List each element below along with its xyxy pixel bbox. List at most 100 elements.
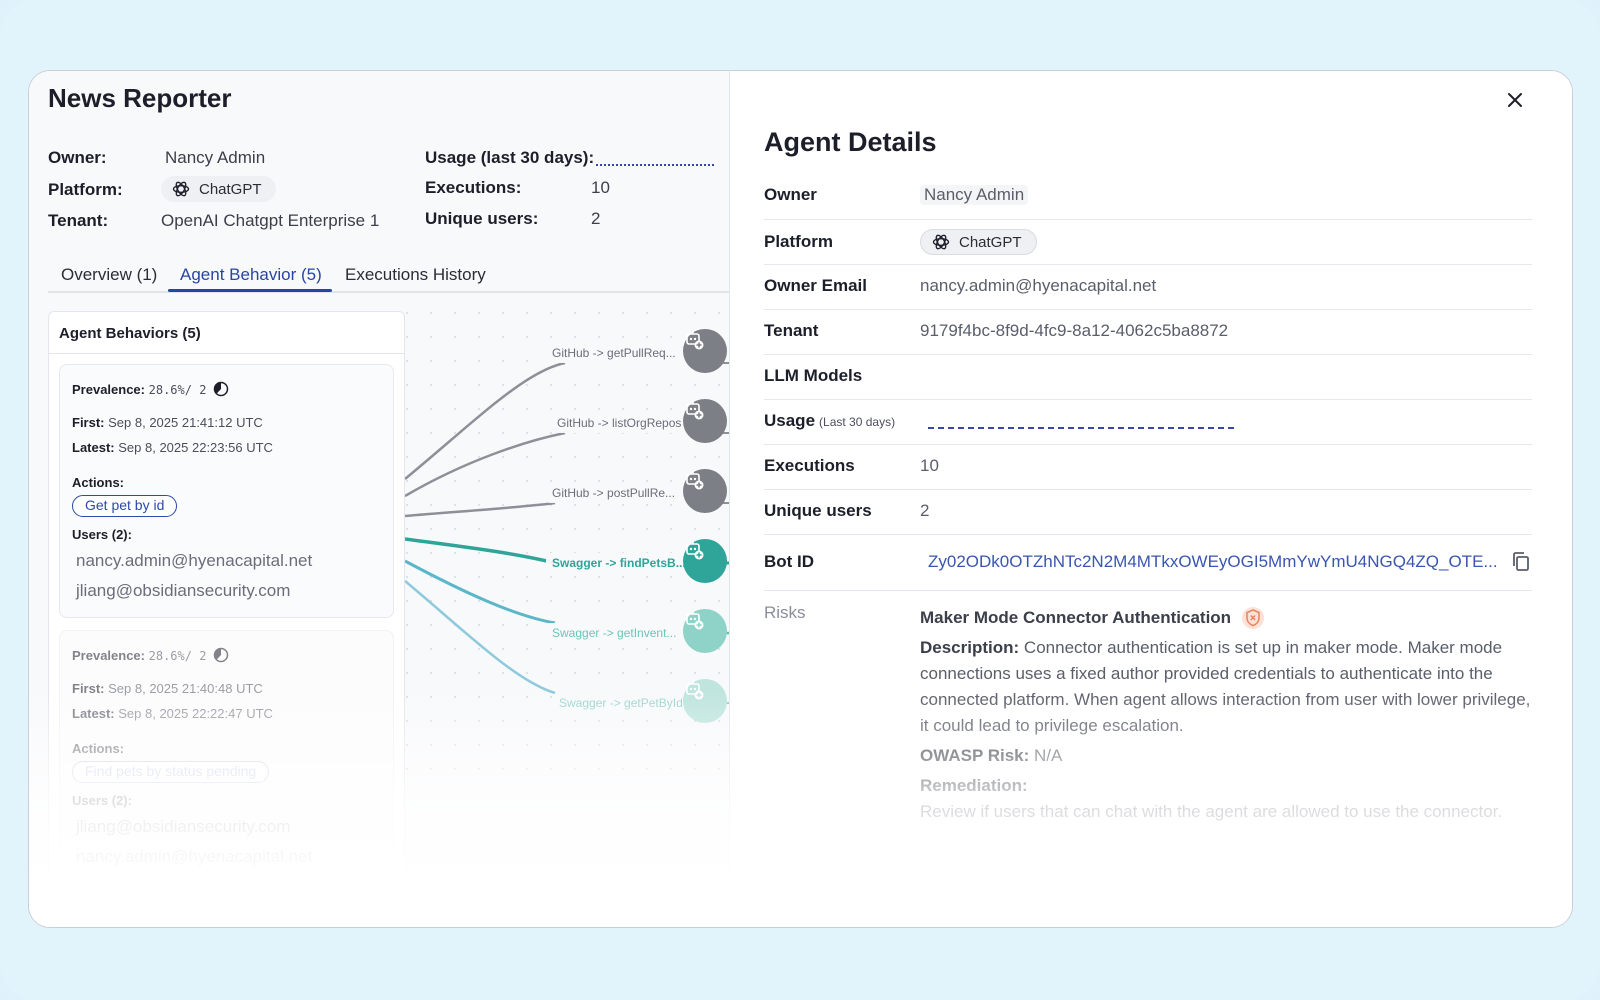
usage-period-label: (Last 30 days) (819, 415, 896, 429)
page-title: News Reporter (48, 83, 232, 113)
platform-chip-label: ChatGPT (199, 180, 262, 198)
remediation-text: Review if users that can chat with the a… (920, 802, 1503, 821)
robot-add-icon (686, 401, 704, 420)
platform-chip: ChatGPT (920, 229, 1037, 255)
owner-label: Owner: (48, 148, 107, 167)
action-pill[interactable]: Get pet by id (72, 495, 178, 517)
prevalence-label: Prevalence: (72, 648, 145, 663)
graph-node-label: GitHub -> listOrgRepos (551, 413, 688, 433)
bot-id-value[interactable]: Zy02ODk0OTZhNTc2N2M4MTkxOWEyOGI5MmYwYmU4… (928, 552, 1498, 572)
details-title: Agent Details (764, 127, 937, 157)
detail-label: Bot ID (764, 552, 815, 571)
latest-seen-label: Latest: (72, 706, 115, 721)
tab-overview[interactable]: Overview (1) (61, 265, 157, 285)
actions-label: Actions: (72, 741, 124, 756)
graph-node[interactable] (683, 679, 727, 723)
actions-label: Actions: (72, 475, 124, 490)
first-seen-value: Sep 8, 2025 21:40:48 UTC (108, 681, 263, 696)
platform-chip-label: ChatGPT (959, 233, 1022, 251)
graph-node[interactable] (683, 469, 727, 513)
first-seen-value: Sep 8, 2025 21:41:12 UTC (108, 415, 263, 430)
tab-agent-behavior[interactable]: Agent Behavior (5) (180, 265, 322, 285)
prevalence-pie-icon (213, 647, 229, 663)
detail-label: Usage (764, 411, 816, 430)
tab-executions-history[interactable]: Executions History (345, 265, 486, 285)
user-email[interactable]: jliang@obsidiansecurity.com (76, 581, 290, 601)
agent-window: News Reporter Owner: Nancy Admin Platfor… (28, 70, 1573, 928)
risk-entry: Maker Mode Connector Authentication Desc… (920, 605, 1532, 825)
graph-node[interactable] (683, 539, 727, 583)
detail-label: Risks (764, 603, 806, 622)
agent-behaviors-header: Agent Behaviors (5) (49, 312, 404, 354)
detail-label: Unique users (764, 501, 872, 520)
detail-row-usage: Usage (Last 30 days) (764, 400, 1532, 445)
executions-label: Executions: (425, 178, 522, 197)
copy-icon[interactable] (1511, 551, 1531, 573)
graph-node-label: Swagger -> getPetById (553, 693, 689, 713)
graph-node-label: Swagger -> getInvent... (546, 623, 683, 643)
robot-add-icon (686, 471, 704, 490)
first-seen-label: First: (72, 681, 105, 696)
detail-row-risks: Risks Maker Mode Connector Authenticatio… (764, 603, 1532, 863)
tab-bar: Overview (1) Agent Behavior (5) Executio… (48, 259, 729, 293)
graph-node-label: GitHub -> postPullRe... (546, 483, 682, 503)
unique-users-label: Unique users: (425, 209, 539, 228)
robot-add-icon (686, 541, 704, 560)
action-pill[interactable]: Find pets by status pending (72, 761, 270, 783)
platform-label: Platform: (48, 180, 123, 199)
close-icon[interactable] (1502, 87, 1528, 113)
detail-row-tenant: Tenant 9179f4bc-8f9d-4fc9-8a12-4062c5ba8… (764, 310, 1532, 355)
detail-label: LLM Models (764, 366, 863, 385)
detail-row-owner-email: Owner Email nancy.admin@hyenacapital.net (764, 265, 1532, 310)
users-label: Users (2): (72, 527, 132, 542)
detail-row-platform: Platform ChatGPT (764, 220, 1532, 265)
behavior-card[interactable]: Prevalence: 28.6%/ 2 First: Sep 8, 2025 … (59, 630, 394, 927)
user-email[interactable]: jliang@obsidiansecurity.com (76, 817, 290, 837)
platform-chip: ChatGPT (161, 176, 276, 202)
detail-label: Owner Email (764, 276, 867, 295)
graph-node[interactable] (683, 609, 727, 653)
graph-node-label: Swagger -> findPetsB... (546, 553, 692, 573)
executions-value: 10 (920, 456, 939, 475)
user-email[interactable]: nancy.admin@hyenacapital.net (76, 847, 312, 867)
flow-connectors (405, 311, 729, 791)
robot-add-icon (686, 611, 704, 630)
risk-title: Maker Mode Connector Authentication (920, 608, 1232, 627)
prevalence-label: Prevalence: (72, 382, 145, 397)
graph-node[interactable] (683, 329, 727, 373)
shield-alert-icon (1242, 607, 1265, 629)
latest-seen-label: Latest: (72, 440, 115, 455)
remediation-label: Remediation: (920, 776, 1028, 795)
graph-node[interactable] (683, 399, 727, 443)
active-tab-indicator (168, 289, 332, 292)
prevalence-value: 28.6%/ 2 (148, 383, 207, 397)
tenant-value: 9179f4bc-8f9d-4fc9-8a12-4062c5ba8872 (920, 321, 1229, 340)
owner-value: Nancy Admin (165, 148, 266, 167)
user-email[interactable]: nancy.admin@hyenacapital.net (76, 551, 312, 571)
first-seen-label: First: (72, 415, 105, 430)
owner-value[interactable]: Nancy Admin (920, 185, 1029, 205)
tenant-label: Tenant: (48, 211, 109, 230)
chatgpt-icon (932, 234, 950, 250)
usage-label: Usage (last 30 days): (425, 148, 595, 167)
usage-sparkline (596, 164, 714, 166)
agent-behaviors-panel: Agent Behaviors (5) Prevalence: 28.6%/ 2… (48, 311, 405, 927)
behavior-flow-graph: GitHub -> getPullReq... GitHub -> listOr… (405, 311, 729, 791)
latest-seen-value: Sep 8, 2025 22:22:47 UTC (118, 706, 273, 721)
unique-users-value: 2 (920, 501, 930, 520)
risk-description-label: Description: (920, 638, 1020, 657)
detail-row-owner: Owner Nancy Admin (764, 175, 1532, 220)
unique-users-value: 2 (591, 209, 601, 228)
graph-node-label: GitHub -> getPullReq... (546, 343, 682, 363)
chatgpt-icon (172, 181, 190, 197)
prevalence-pie-icon (213, 381, 229, 397)
prevalence-value: 28.6%/ 2 (148, 649, 207, 663)
executions-value: 10 (591, 178, 610, 197)
detail-row-executions: Executions 10 (764, 445, 1532, 490)
latest-seen-value: Sep 8, 2025 22:23:56 UTC (118, 440, 273, 455)
graph-grid (405, 311, 729, 791)
behavior-card[interactable]: Prevalence: 28.6%/ 2 First: Sep 8, 2025 … (59, 364, 394, 618)
detail-label: Executions (764, 456, 855, 475)
detail-row-unique-users: Unique users 2 (764, 490, 1532, 535)
detail-row-llm-models: LLM Models (764, 355, 1532, 400)
